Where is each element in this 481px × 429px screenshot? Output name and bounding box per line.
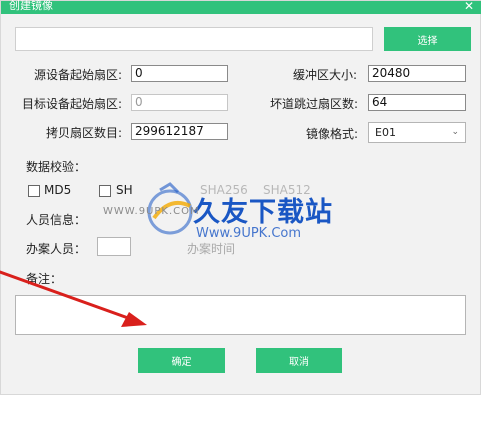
annotation-arrow-icon (0, 270, 147, 327)
